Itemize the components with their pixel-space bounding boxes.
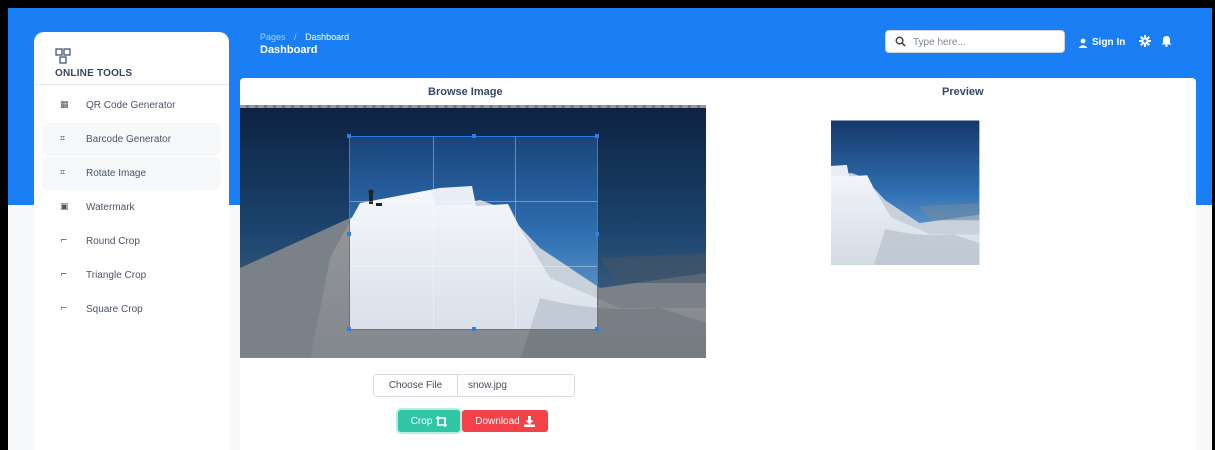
- download-button-label: Download: [475, 415, 520, 427]
- sidebar-item-watermark[interactable]: ▣ Watermark: [42, 191, 221, 224]
- breadcrumb: Pages / Dashboard: [260, 32, 349, 42]
- qrcode-icon: ▦: [60, 100, 69, 110]
- crop-icon: [436, 415, 448, 427]
- crop-handle[interactable]: [347, 232, 351, 236]
- sidebar-item-label: Round Crop: [86, 236, 140, 247]
- crop-shade: [240, 108, 706, 136]
- sidebar-item-qr-code-generator[interactable]: ▦ QR Code Generator: [42, 89, 221, 122]
- browse-image-title: Browse Image: [428, 86, 503, 98]
- crop-shade: [240, 136, 349, 330]
- sidebar-item-label: QR Code Generator: [86, 100, 176, 111]
- download-icon: [523, 415, 535, 427]
- download-button[interactable]: Download: [462, 410, 548, 432]
- crop-guide: [515, 137, 516, 329]
- brand-name: ONLINE TOOLS: [55, 68, 133, 79]
- crop-handle[interactable]: [472, 134, 476, 138]
- main-card: Browse Image Preview Choose File snow.jp…: [240, 78, 1196, 450]
- crop-handle[interactable]: [595, 232, 599, 236]
- selected-file-name: snow.jpg: [468, 380, 507, 391]
- rotate-icon: ⌗: [60, 168, 66, 178]
- crop-shade: [598, 136, 706, 330]
- sign-in-link[interactable]: Sign In: [1078, 37, 1125, 48]
- preview-canvas: [831, 119, 1095, 326]
- crop-handle[interactable]: [595, 327, 599, 331]
- crop-icon: ⌐: [60, 270, 68, 280]
- sidebar-item-triangle-crop[interactable]: ⌐ Triangle Crop: [42, 259, 221, 292]
- sidebar: ONLINE TOOLS ▦ QR Code Generator ⌗ Barco…: [34, 32, 229, 450]
- crop-handle[interactable]: [347, 134, 351, 138]
- bell-icon[interactable]: [1161, 35, 1172, 47]
- barcode-icon: ⌗: [60, 134, 66, 144]
- crop-guide: [350, 201, 597, 202]
- crop-shade: [240, 330, 706, 358]
- choose-file-button[interactable]: Choose File: [374, 375, 458, 396]
- sidebar-item-label: Barcode Generator: [86, 134, 172, 145]
- sidebar-item-label: Rotate Image: [86, 168, 147, 179]
- crop-frame[interactable]: [347, 134, 599, 331]
- user-icon: [1078, 38, 1088, 48]
- search-input[interactable]: [913, 34, 1053, 50]
- search-icon: [895, 36, 906, 47]
- breadcrumb-item-pages[interactable]: Pages: [260, 32, 286, 42]
- sidebar-item-round-crop[interactable]: ⌐ Round Crop: [42, 225, 221, 258]
- breadcrumb-item-current: Dashboard: [305, 32, 350, 42]
- crop-handle[interactable]: [595, 134, 599, 138]
- crop-icon: ⌐: [60, 236, 68, 246]
- divider: [34, 84, 229, 85]
- image-cropper[interactable]: [240, 105, 706, 358]
- page-title: Dashboard: [260, 44, 318, 56]
- watermark-icon: ▣: [60, 202, 69, 212]
- file-input[interactable]: Choose File snow.jpg: [373, 374, 575, 397]
- app-window: ONLINE TOOLS ▦ QR Code Generator ⌗ Barco…: [8, 8, 1212, 450]
- breadcrumb-separator: /: [294, 32, 297, 42]
- cropped-preview-image: [831, 119, 1095, 326]
- crop-button[interactable]: Crop: [398, 410, 460, 432]
- sidebar-item-rotate-image[interactable]: ⌗ Rotate Image: [42, 157, 221, 190]
- brand[interactable]: ONLINE TOOLS: [34, 32, 229, 85]
- crop-handle[interactable]: [347, 327, 351, 331]
- sign-in-label: Sign In: [1092, 37, 1126, 48]
- crop-guide: [433, 137, 434, 329]
- crop-guide: [350, 266, 597, 267]
- crop-button-label: Crop: [410, 415, 433, 427]
- preview-title: Preview: [942, 86, 984, 98]
- crop-icon: ⌐: [60, 304, 68, 314]
- sidebar-nav: ▦ QR Code Generator ⌗ Barcode Generator …: [34, 89, 229, 327]
- search-box[interactable]: [885, 30, 1065, 53]
- sidebar-item-barcode-generator[interactable]: ⌗ Barcode Generator: [42, 123, 221, 156]
- sidebar-item-label: Square Crop: [86, 304, 143, 315]
- crop-handle[interactable]: [472, 327, 476, 331]
- grid-app-icon: [55, 48, 71, 64]
- sidebar-item-square-crop[interactable]: ⌐ Square Crop: [42, 293, 221, 326]
- sidebar-item-label: Triangle Crop: [86, 270, 147, 281]
- sidebar-item-label: Watermark: [86, 202, 135, 213]
- gear-icon[interactable]: [1139, 35, 1151, 47]
